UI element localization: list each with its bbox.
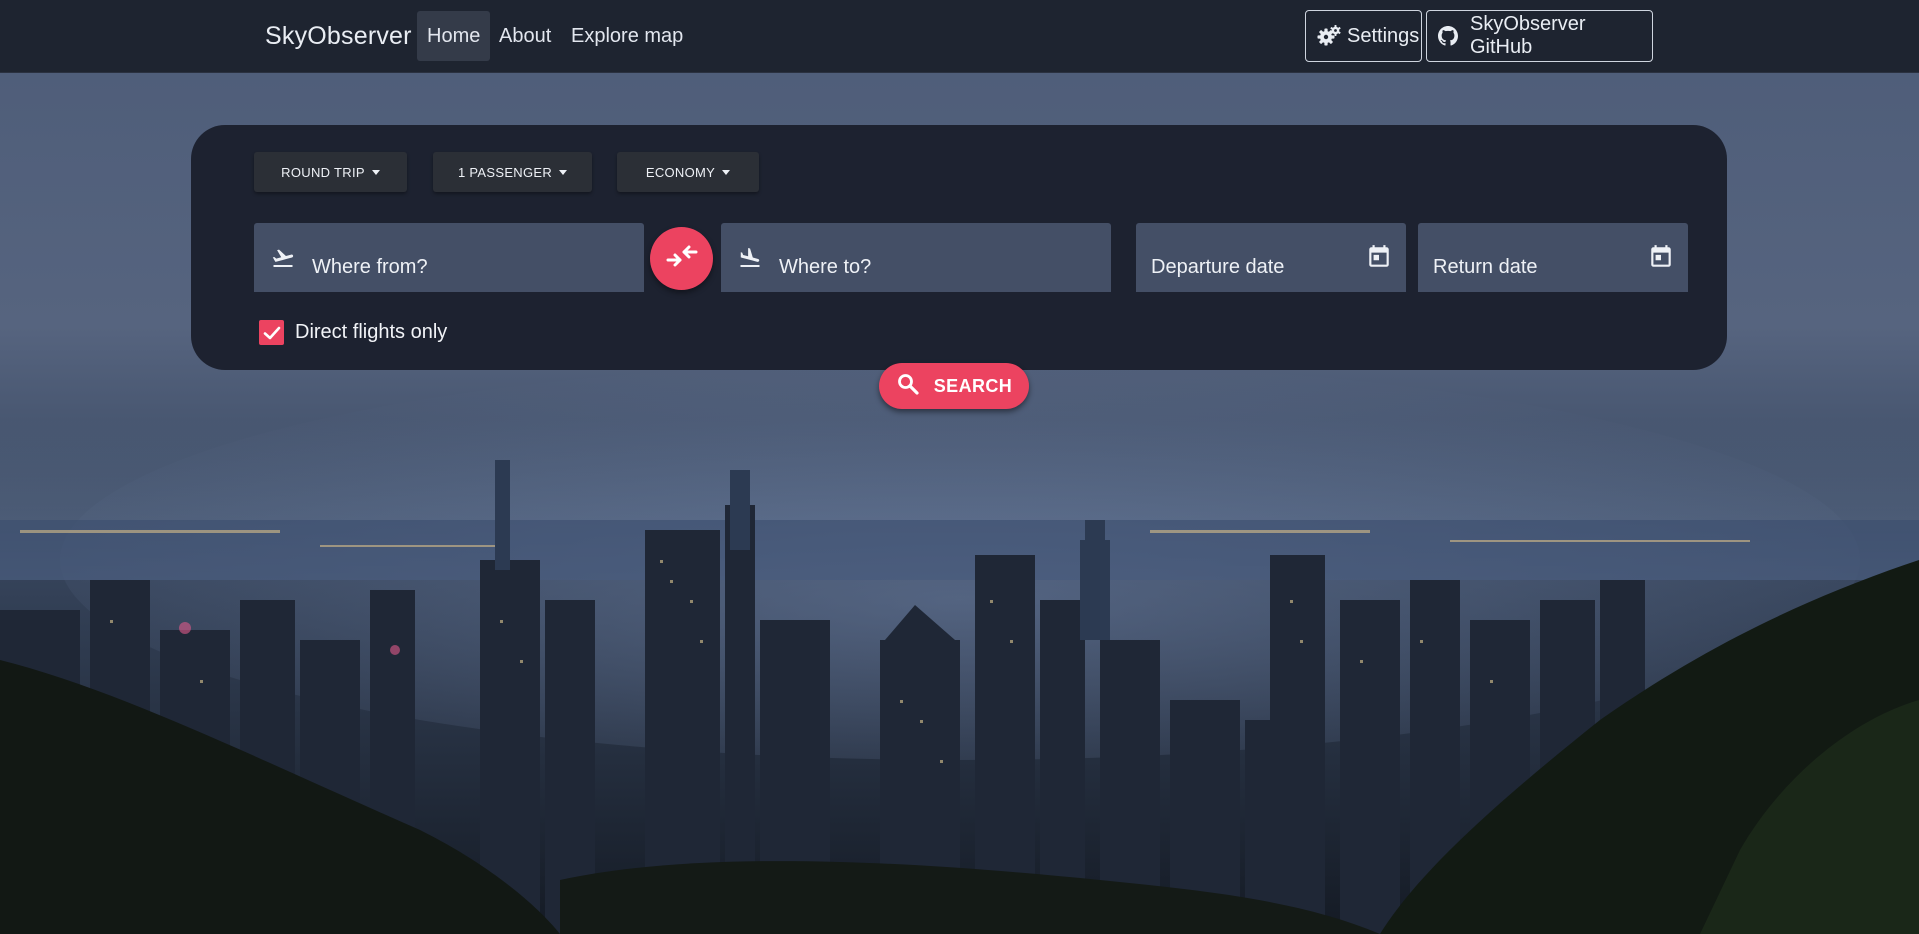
swap-arrows-icon: [665, 245, 699, 272]
search-icon: [896, 372, 920, 401]
caret-down-icon: [722, 169, 731, 175]
gears-icon: [1317, 25, 1341, 47]
github-button[interactable]: SkyObserver GitHub: [1426, 10, 1653, 62]
destination-placeholder: Where to?: [779, 256, 872, 278]
origin-placeholder: Where from?: [312, 256, 428, 278]
cabin-class-value: ECONOMY: [645, 164, 716, 180]
caret-down-icon: [371, 169, 380, 175]
nav-link-about[interactable]: About: [489, 11, 561, 61]
trip-type-value: ROUND TRIP: [281, 164, 365, 180]
settings-button[interactable]: Settings: [1305, 10, 1422, 62]
nav-link-home[interactable]: Home: [417, 11, 491, 61]
passengers-value: 1 PASSENGER: [457, 164, 553, 180]
return-date-label: Return date: [1433, 256, 1538, 278]
github-icon: [1438, 26, 1458, 46]
page: SkyObserver Home About Explore map Setti…: [0, 0, 1919, 934]
caret-down-icon: [559, 169, 568, 175]
settings-button-label: Settings: [1347, 24, 1420, 47]
passengers-dropdown[interactable]: 1 PASSENGER: [433, 152, 592, 192]
return-date-input[interactable]: Return date: [1418, 223, 1688, 292]
direct-flights-label[interactable]: Direct flights only: [295, 321, 447, 344]
cabin-class-dropdown[interactable]: ECONOMY: [617, 152, 759, 192]
flight-land-icon: [736, 246, 764, 276]
flight-takeoff-icon: [269, 246, 297, 276]
direct-flights-option: Direct flights only: [259, 320, 447, 345]
navbar: SkyObserver Home About Explore map Setti…: [0, 0, 1919, 73]
github-button-label: SkyObserver GitHub: [1470, 13, 1586, 58]
calendar-icon[interactable]: [1366, 244, 1392, 276]
departure-date-input[interactable]: Departure date: [1136, 223, 1406, 292]
swap-locations-button[interactable]: [650, 227, 713, 290]
search-button[interactable]: SEARCH: [879, 363, 1029, 409]
search-button-label: SEARCH: [933, 375, 1013, 396]
destination-input[interactable]: Where to?: [721, 223, 1111, 292]
flight-search-panel: ROUND TRIP 1 PASSENGER ECONOMY Where fro…: [191, 125, 1727, 370]
check-icon: [263, 326, 280, 339]
nav-link-explore-map[interactable]: Explore map: [561, 11, 693, 61]
departure-date-label: Departure date: [1151, 256, 1285, 278]
trip-type-dropdown[interactable]: ROUND TRIP: [254, 152, 407, 192]
origin-input[interactable]: Where from?: [254, 223, 644, 292]
calendar-icon[interactable]: [1648, 244, 1674, 276]
direct-flights-checkbox[interactable]: [259, 320, 284, 345]
brand-logo[interactable]: SkyObserver: [265, 22, 412, 51]
